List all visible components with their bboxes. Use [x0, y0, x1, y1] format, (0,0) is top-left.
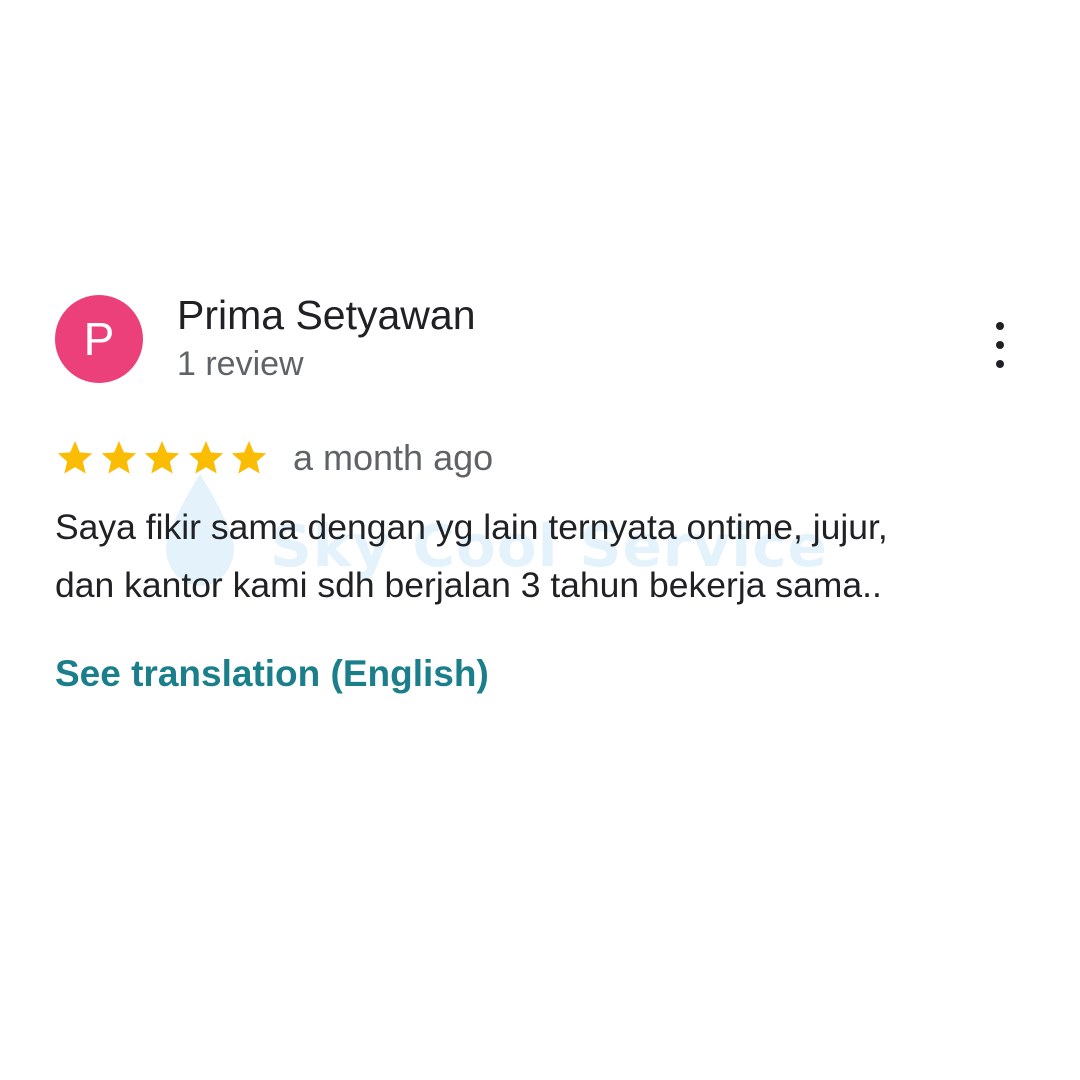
star-icon	[188, 441, 223, 474]
star-rating	[55, 436, 273, 480]
review-count: 1 review	[177, 345, 304, 383]
star-icon	[57, 441, 93, 474]
see-translation-link[interactable]: See translation (English)	[55, 653, 489, 695]
review-timestamp: a month ago	[293, 437, 494, 478]
more-vertical-icon	[996, 341, 1004, 349]
review-text-line: dan kantor kami sdh berjalan 3 tahun bek…	[55, 565, 882, 605]
star-icon	[101, 441, 136, 474]
review-text-line: Saya fikir sama dengan yg lain ternyata …	[55, 507, 888, 547]
star-icon	[144, 441, 180, 474]
reviewer-name[interactable]: Prima Setyawan	[177, 292, 476, 339]
review-text: Saya fikir sama dengan yg lain ternyata …	[55, 498, 1015, 614]
avatar-initial: P	[83, 313, 115, 365]
star-icon	[231, 441, 267, 474]
more-vertical-icon	[996, 322, 1004, 330]
more-options-button[interactable]	[984, 322, 1016, 368]
avatar[interactable]: P	[55, 295, 143, 383]
more-vertical-icon	[996, 360, 1004, 368]
